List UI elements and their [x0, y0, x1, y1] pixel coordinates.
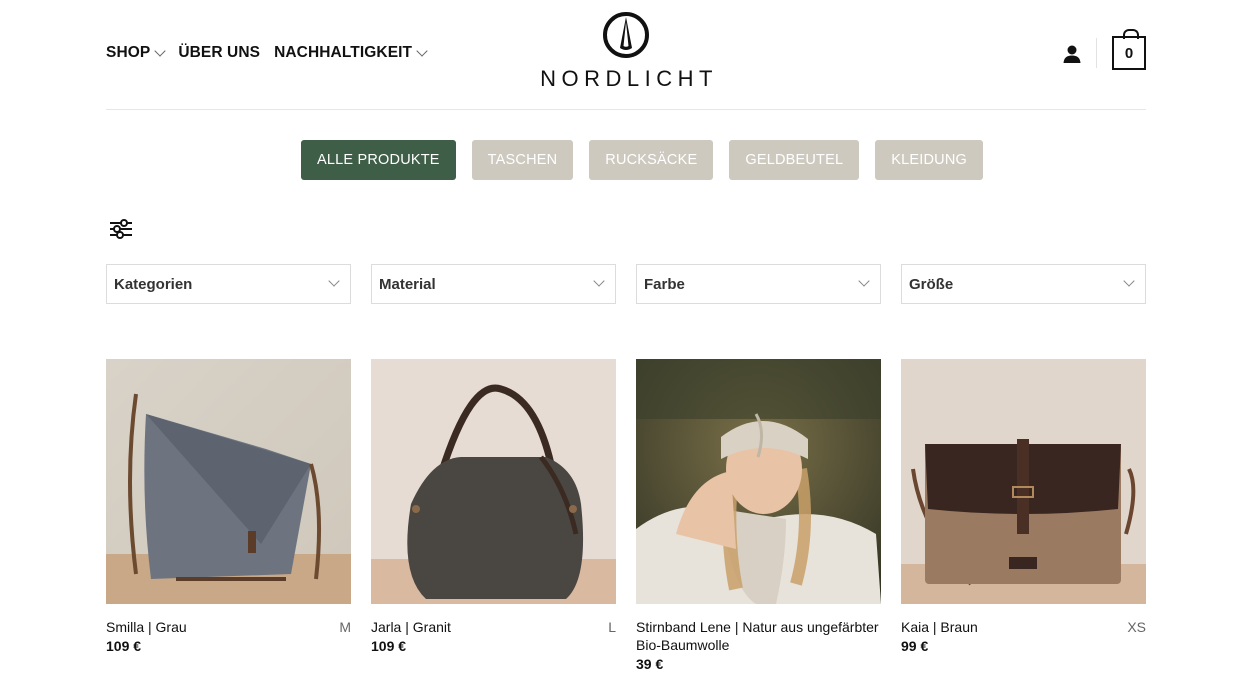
product-size: M — [339, 619, 351, 635]
product-image[interactable] — [901, 359, 1146, 604]
chevron-down-icon — [416, 44, 428, 57]
category-rucksaecke[interactable]: RUCKSÄCKE — [589, 140, 714, 180]
filter-material-select[interactable]: Material — [371, 264, 616, 304]
product-size: L — [608, 619, 616, 635]
nav-item-ueber-uns[interactable]: ÜBER UNS — [178, 44, 260, 62]
filter-label: Farbe — [644, 275, 685, 293]
product-title[interactable]: Kaia | Braun — [901, 618, 978, 636]
nav-item-nachhaltigkeit[interactable]: NACHHALTIGKEIT — [274, 44, 428, 62]
logo-emblem-icon — [603, 12, 649, 58]
filter-dropdowns: Kategorien Material Farbe Größe — [106, 264, 1146, 304]
product-title[interactable]: Jarla | Granit — [371, 618, 451, 636]
chevron-down-icon — [858, 275, 870, 287]
nav-item-label: NACHHALTIGKEIT — [274, 44, 413, 61]
product-card: Stirnband Lene | Natur aus ungefärbter B… — [636, 359, 881, 672]
product-price: 109 € — [106, 638, 142, 654]
filter-sliders-icon[interactable] — [108, 217, 134, 241]
brown-messenger-bag-image — [901, 359, 1146, 604]
product-size: XS — [1127, 619, 1146, 635]
category-geldbeutel[interactable]: GELDBEUTEL — [729, 140, 860, 180]
category-taschen[interactable]: TASCHEN — [471, 140, 574, 180]
cart-button[interactable]: 0 — [1112, 29, 1146, 70]
chevron-down-icon — [1123, 275, 1135, 287]
site-header: SHOP ÜBER UNS NACHHALTIGKEIT NORDLICHT 0 — [106, 0, 1146, 110]
user-icon[interactable] — [1062, 44, 1082, 64]
grey-canvas-shoulder-bag-image — [106, 359, 351, 604]
header-divider — [1096, 38, 1097, 68]
chevron-down-icon — [154, 44, 166, 57]
brand-name: NORDLICHT — [540, 66, 718, 91]
main-nav: SHOP ÜBER UNS NACHHALTIGKEIT — [106, 44, 428, 62]
product-price: 99 € — [901, 638, 929, 654]
chevron-down-icon — [328, 275, 340, 287]
nav-item-label: SHOP — [106, 44, 151, 61]
product-card: Kaia | Braun XS 99 € — [901, 359, 1146, 672]
product-price: 39 € — [636, 656, 664, 672]
product-image[interactable] — [106, 359, 351, 604]
product-card: Smilla | Grau M 109 € — [106, 359, 351, 672]
filter-label: Größe — [909, 275, 954, 293]
woman-wearing-headband-image — [636, 359, 881, 604]
filter-groesse-select[interactable]: Größe — [901, 264, 1146, 304]
filter-label: Material — [379, 275, 436, 293]
product-image[interactable] — [371, 359, 616, 604]
category-kleidung[interactable]: KLEIDUNG — [875, 140, 983, 180]
cart-count: 0 — [1124, 44, 1134, 62]
brand-logo[interactable]: NORDLICHT — [532, 12, 720, 92]
filter-farbe-select[interactable]: Farbe — [636, 264, 881, 304]
product-card: Jarla | Granit L 109 € — [371, 359, 616, 672]
product-price: 109 € — [371, 638, 407, 654]
product-title[interactable]: Smilla | Grau — [106, 618, 187, 636]
dark-grey-canvas-handbag-image — [371, 359, 616, 604]
product-grid: Smilla | Grau M 109 € Jarla | Granit L 1… — [106, 359, 1146, 672]
product-image[interactable] — [636, 359, 881, 604]
nav-item-label: ÜBER UNS — [178, 44, 261, 61]
category-buttons: ALLE PRODUKTE TASCHEN RUCKSÄCKE GELDBEUT… — [301, 140, 983, 180]
chevron-down-icon — [593, 275, 605, 287]
filter-kategorien-select[interactable]: Kategorien — [106, 264, 351, 304]
product-title[interactable]: Stirnband Lene | Natur aus ungefärbter B… — [636, 618, 881, 654]
nav-item-shop[interactable]: SHOP — [106, 44, 166, 62]
filter-label: Kategorien — [114, 275, 193, 293]
category-all-products[interactable]: ALLE PRODUKTE — [301, 140, 456, 180]
